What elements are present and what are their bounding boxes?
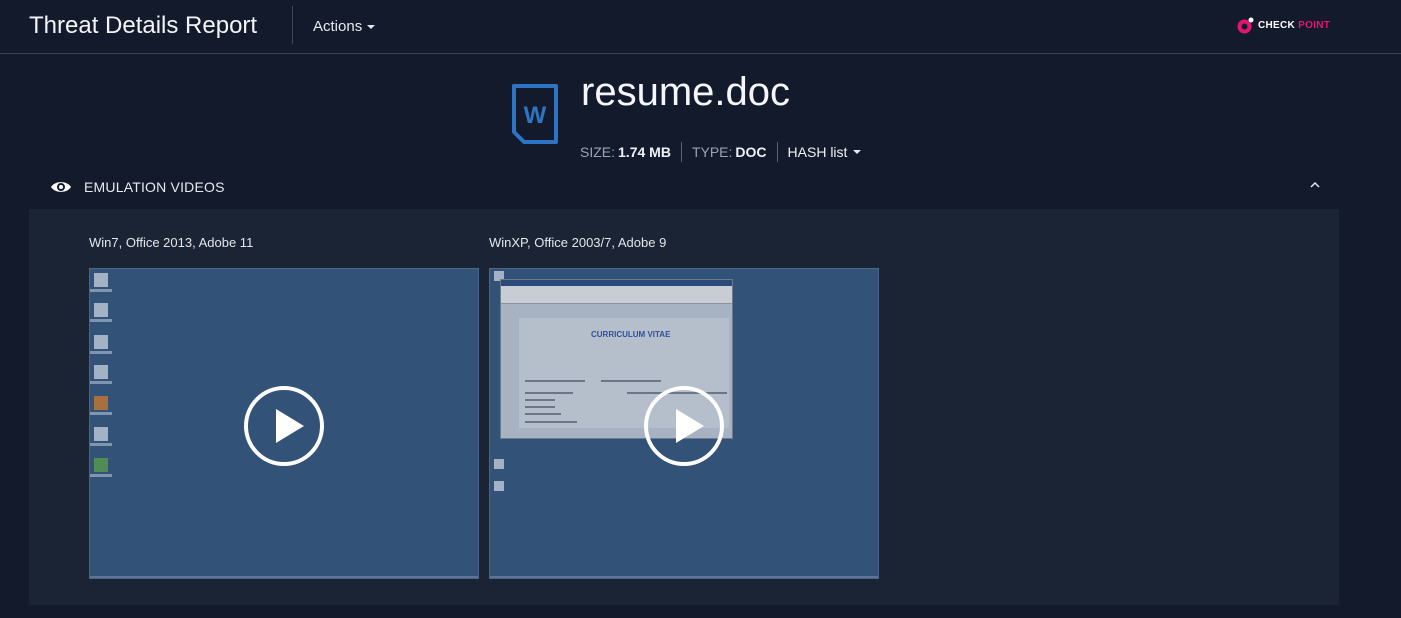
eye-icon (51, 182, 71, 192)
check-point-logo-icon (1237, 17, 1254, 34)
desktop-icon (94, 427, 108, 441)
top-bar: Threat Details Report Actions CHECK POIN… (0, 0, 1401, 54)
size-value: 1.74 MB (618, 144, 671, 160)
chevron-up-icon[interactable] (1308, 178, 1322, 192)
document-heading: CURRICULUM VITAE (591, 330, 671, 339)
document-text-line (525, 380, 585, 382)
firefox-icon (94, 396, 108, 410)
size-label: SIZE: (580, 144, 616, 160)
emulation-videos-panel: Win7, Office 2013, Adobe 11 WinXP, Offic… (29, 209, 1339, 605)
desktop-icon (94, 335, 108, 349)
word-document-icon: W (512, 84, 558, 144)
actions-label: Actions (313, 18, 363, 35)
emulation-videos-header[interactable]: EMULATION VIDEOS (50, 176, 1340, 198)
video-thumbnail-winxp[interactable]: CURRICULUM VITAE (489, 268, 879, 579)
video-label-winxp: WinXP, Office 2003/7, Adobe 9 (489, 235, 667, 250)
hash-list-dropdown[interactable]: HASH list (788, 144, 862, 160)
document-text-line (525, 413, 561, 415)
desktop-icon (94, 365, 108, 379)
document-text-line (525, 421, 577, 423)
desktop-icon (94, 303, 108, 317)
desktop-icon-label (90, 381, 112, 384)
caret-down-icon (367, 24, 376, 29)
desktop-icon-label (90, 319, 112, 322)
meta-divider (776, 142, 778, 162)
play-icon[interactable] (644, 386, 724, 466)
document-text-line (525, 406, 555, 408)
document-text-line (525, 392, 573, 394)
video-label-win7: Win7, Office 2013, Adobe 11 (89, 235, 254, 250)
desktop-icon (94, 273, 108, 287)
header-divider (292, 6, 293, 44)
hash-list-label: HASH list (787, 144, 848, 160)
play-icon[interactable] (244, 386, 324, 466)
type-value: DOC (735, 144, 767, 160)
type-label: TYPE: (691, 144, 733, 160)
page-title: Threat Details Report (29, 12, 258, 39)
logo-text-point: POINT (1298, 20, 1331, 31)
window-toolbar (501, 286, 732, 304)
desktop-icon (494, 481, 504, 491)
desktop-icon (494, 459, 504, 469)
chrome-icon (94, 458, 108, 472)
taskbar (90, 576, 478, 578)
word-icon-letter: W (524, 102, 547, 129)
document-text-line (525, 399, 555, 401)
check-point-logo: CHECK POINT (1237, 17, 1330, 34)
desktop-icon-label (90, 443, 112, 446)
desktop-icon-label (90, 412, 112, 415)
caret-down-icon (853, 150, 862, 154)
file-meta: SIZE: 1.74 MB TYPE: DOC HASH list (580, 142, 862, 162)
logo-text-check: CHECK (1258, 20, 1296, 31)
video-thumbnail-win7[interactable] (89, 268, 479, 579)
taskbar (490, 576, 878, 578)
actions-menu-button[interactable]: Actions (313, 18, 376, 35)
section-title: EMULATION VIDEOS (84, 179, 225, 195)
desktop-icon-label (90, 351, 112, 354)
document-text-line (601, 380, 661, 382)
file-name: resume.doc (581, 70, 790, 114)
desktop-icon-label (90, 289, 112, 292)
desktop-icon-label (90, 474, 112, 477)
meta-divider (680, 142, 682, 162)
